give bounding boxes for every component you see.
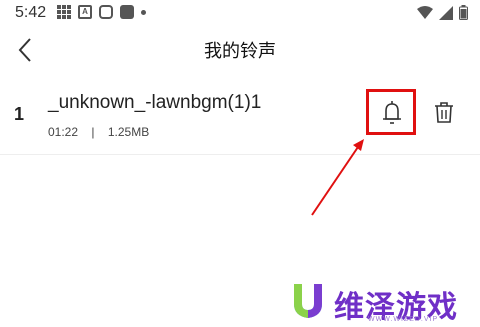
watermark-logo-icon: [294, 284, 322, 318]
app-square-icon: [120, 5, 134, 19]
header: 我的铃声: [0, 28, 480, 72]
signal-icon: [439, 5, 453, 20]
ringtone-duration: 01:22: [48, 125, 79, 139]
ringtone-size: 1.25MB: [107, 125, 150, 139]
app-icon: [99, 5, 113, 19]
watermark: 维泽游戏 WWW.WIZED.VIP: [290, 282, 475, 324]
status-notification-icons: A: [57, 5, 146, 19]
dot-icon: [141, 9, 146, 15]
status-time: 5:42: [15, 4, 47, 21]
trash-icon: [435, 102, 453, 123]
status-bar: 5:42 A: [0, 0, 480, 26]
delete-button[interactable]: [432, 98, 456, 128]
a-icon: A: [78, 5, 92, 19]
ringtone-index: 1: [14, 104, 25, 124]
meta-separator: |: [91, 125, 95, 139]
battery-icon: [459, 5, 468, 20]
status-system-icons: [417, 5, 468, 20]
watermark-subtext: WWW.WIZED.VIP: [368, 316, 439, 323]
wifi-icon: [417, 6, 433, 19]
page-title: 我的铃声: [204, 41, 276, 61]
ringtone-title: _unknown_-lawnbgm(1)1: [48, 92, 262, 113]
highlight-box: [366, 89, 416, 135]
ringtone-meta: 01:22 | 1.25MB: [48, 125, 149, 139]
annotation-arrow: [311, 139, 364, 216]
grid-icon: [57, 5, 71, 19]
